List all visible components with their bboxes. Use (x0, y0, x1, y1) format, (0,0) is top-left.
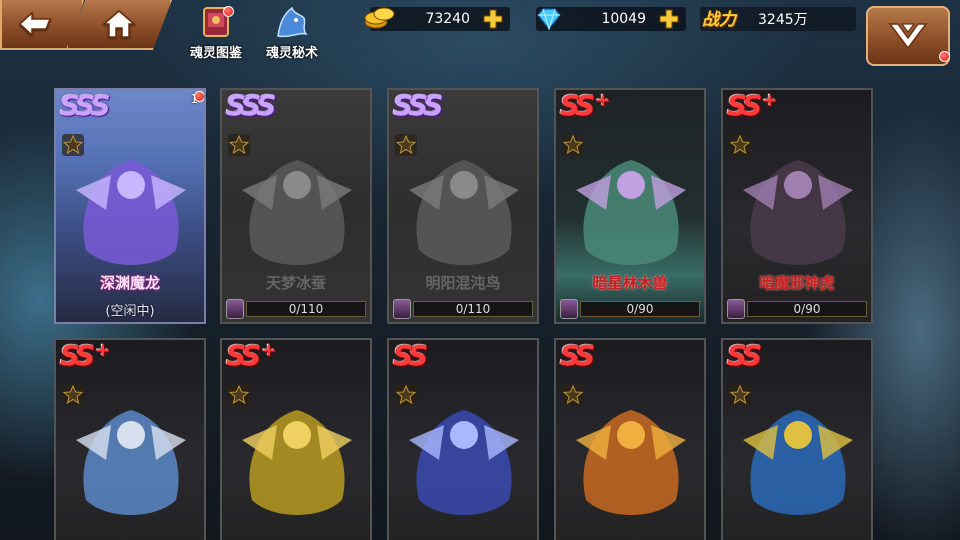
rank-badge: SSS (60, 89, 110, 122)
soul-card[interactable]: SSS 明阳混沌鸟 0/110 (387, 88, 539, 324)
shard-progress: 0/110 (226, 299, 366, 319)
diamond-counter: 10049 (536, 7, 686, 31)
soul-card[interactable]: SSS 1 深渊魔龙 (空闲中) (54, 88, 206, 324)
add-gold-button[interactable] (482, 8, 504, 30)
star-icon (395, 384, 417, 406)
star-icon (395, 134, 417, 156)
combat-power-label: 战力 (702, 10, 736, 30)
shard-progress: 0/110 (393, 299, 533, 319)
creature-portrait (242, 160, 352, 265)
soul-secret-label: 魂灵秘术 (265, 46, 318, 61)
combat-power-value: 3245万 (758, 12, 808, 28)
star-icon (228, 134, 250, 156)
shard-progress-bar: 0/110 (246, 301, 366, 317)
shard-progress-bar: 0/90 (580, 301, 700, 317)
star-icon (228, 384, 250, 406)
star-icon (729, 384, 751, 406)
diamond-icon (537, 8, 561, 31)
star-icon (62, 134, 84, 156)
shard-icon (393, 299, 411, 319)
chevron-down-menu-icon (888, 23, 928, 50)
star-icon (729, 134, 751, 156)
shard-progress: 0/90 (560, 299, 700, 319)
soul-codex-label: 魂灵图鉴 (189, 46, 242, 61)
soul-name: 天梦冰蚕 (265, 274, 326, 292)
home-icon (102, 10, 136, 38)
notification-dot (223, 6, 234, 17)
creature-portrait (76, 410, 186, 515)
notification-dot (194, 91, 204, 102)
shard-progress-text: 0/110 (288, 302, 324, 316)
diamond-value: 10049 (601, 11, 646, 27)
star-icon (62, 384, 84, 406)
rank-badge: SS + (60, 339, 111, 372)
creature-portrait (743, 410, 853, 515)
soul-name: 暗星林木兽 (592, 274, 668, 292)
star-icon (562, 384, 584, 406)
shard-progress-bar: 0/110 (413, 301, 533, 317)
rank-badge: SSS (226, 89, 276, 122)
soul-card[interactable]: SS (387, 338, 539, 540)
gold-value: 73240 (425, 11, 470, 27)
soul-codex-button[interactable]: 魂灵图鉴 (180, 4, 252, 61)
back-arrow-icon (18, 11, 52, 37)
shard-progress-text: 0/90 (793, 302, 821, 316)
shard-icon (727, 299, 745, 319)
star-icon (562, 134, 584, 156)
soul-card[interactable]: SS + 暗魔邪神虎 0/90 (721, 88, 873, 324)
creature-portrait (576, 160, 686, 265)
soul-name: 深渊魔龙 (99, 274, 160, 292)
beast-head-icon (270, 4, 314, 40)
creature-portrait (409, 410, 519, 515)
shard-progress-text: 0/90 (626, 302, 654, 316)
rank-badge: SS + (560, 89, 611, 122)
menu-toggle-button[interactable] (866, 6, 950, 66)
rank-badge: SS + (727, 89, 778, 122)
soul-card[interactable]: SS + 暗星林木兽 0/90 (554, 88, 706, 324)
soul-card[interactable]: SS + (54, 338, 206, 540)
rank-badge: SS (393, 339, 428, 372)
soul-card[interactable]: SS (554, 338, 706, 540)
shard-icon (226, 299, 244, 319)
book-icon (194, 4, 238, 40)
shard-icon (560, 299, 578, 319)
soul-status: (空闲中) (105, 304, 155, 319)
rank-badge: SSS (393, 89, 443, 122)
notification-dot (939, 51, 950, 62)
soul-card[interactable]: SS + (220, 338, 372, 540)
gold-coin-icon (364, 7, 395, 29)
creature-portrait (409, 160, 519, 265)
creature-portrait (242, 410, 352, 515)
gold-counter: 73240 (364, 7, 510, 31)
rank-badge: SS (727, 339, 762, 372)
rank-badge: SS + (226, 339, 277, 372)
creature-portrait (576, 410, 686, 515)
shard-progress-bar: 0/90 (747, 301, 867, 317)
add-diamond-button[interactable] (658, 8, 680, 30)
creature-portrait (76, 160, 186, 265)
soul-name: 明阳混沌鸟 (425, 274, 501, 292)
soul-card[interactable]: SS (721, 338, 873, 540)
shard-progress: 0/90 (727, 299, 867, 319)
shard-progress-text: 0/110 (455, 302, 491, 316)
rank-badge: SS (560, 339, 595, 372)
soul-name: 暗魔邪神虎 (759, 274, 835, 292)
creature-portrait (743, 160, 853, 265)
soul-secret-button[interactable]: 魂灵秘术 (256, 4, 328, 61)
soul-card[interactable]: SSS 天梦冰蚕 0/110 (220, 88, 372, 324)
